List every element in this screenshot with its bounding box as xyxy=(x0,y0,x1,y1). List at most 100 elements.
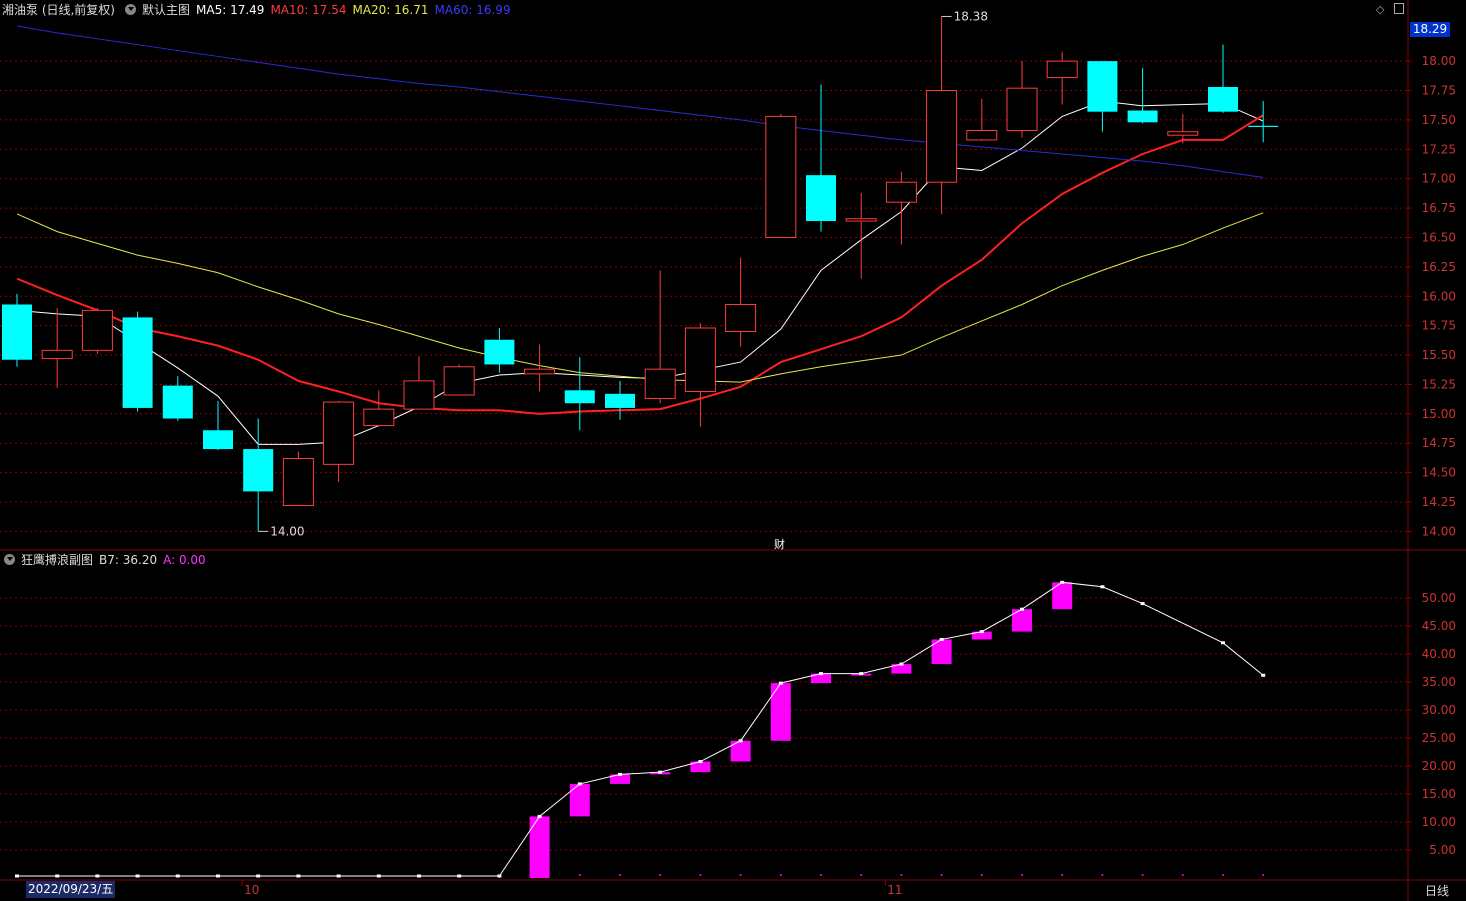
b7-point xyxy=(939,637,944,641)
b7-point xyxy=(55,874,60,878)
baseline-dot xyxy=(779,874,782,876)
y-tick-label: 17.00 xyxy=(1422,172,1456,186)
b7-point xyxy=(135,874,140,878)
y-tick-label: 50.00 xyxy=(1422,591,1456,605)
stock-name[interactable]: 湘油泵 (日线,前复权) xyxy=(2,3,115,17)
candle xyxy=(81,308,113,354)
b7-point xyxy=(1261,673,1266,677)
baseline-dot xyxy=(1141,874,1144,876)
a-value: A: 0.00 xyxy=(163,553,206,567)
price-annotations: 18.38 14.00 xyxy=(258,9,988,538)
y-tick-label: 10.00 xyxy=(1422,815,1456,829)
diamond-icon[interactable]: ◇ xyxy=(1376,3,1384,16)
candle xyxy=(122,311,153,412)
y-tick-label: 18.00 xyxy=(1422,54,1456,68)
candle-body xyxy=(41,349,73,360)
b7-point xyxy=(1020,607,1024,611)
candle-body xyxy=(684,327,716,392)
y-tick-label: 16.50 xyxy=(1422,230,1456,244)
candle-body xyxy=(1208,87,1238,112)
indicator-bar xyxy=(931,639,952,665)
candle xyxy=(443,364,475,396)
indicator-bar xyxy=(569,783,590,817)
candle xyxy=(644,270,676,404)
window-controls: ◇ xyxy=(1376,3,1404,16)
y-tick-label: 5.00 xyxy=(1429,843,1456,857)
b7-point xyxy=(819,672,823,676)
main-chart-header: 湘油泵 (日线,前复权) 默认主图 MA5: 17.49 MA10: 17.54 MA2… xyxy=(0,0,517,20)
b7-point xyxy=(497,874,502,878)
b7-point xyxy=(336,874,341,878)
b7-point xyxy=(457,874,462,878)
candle-body xyxy=(926,90,958,183)
candle-body xyxy=(363,408,395,427)
y-tick-label: 15.50 xyxy=(1422,348,1456,362)
candle-body xyxy=(484,339,515,365)
b7-point xyxy=(778,681,783,685)
candle-body xyxy=(443,366,475,396)
candle xyxy=(926,16,958,214)
panel-toggle-icon[interactable] xyxy=(1393,3,1404,14)
x-tick-label: 10 xyxy=(244,883,259,897)
baseline-dot xyxy=(1101,874,1104,876)
candle xyxy=(1006,61,1038,138)
b7-point xyxy=(296,874,301,878)
y-tick-label: 14.50 xyxy=(1422,466,1456,480)
candle-body xyxy=(524,368,556,375)
sub-indicator-name[interactable]: 狂鹰搏浪副图 xyxy=(21,553,93,567)
candle xyxy=(765,114,797,238)
y-tick-label: 17.50 xyxy=(1422,113,1456,127)
candle xyxy=(1046,51,1078,105)
indicator-bar xyxy=(1052,582,1073,610)
baseline-dot xyxy=(1262,874,1265,876)
candle xyxy=(725,257,757,347)
main-indicator-label[interactable]: 默认主图 xyxy=(142,3,190,17)
candle-body xyxy=(845,218,877,222)
b7-point xyxy=(1221,641,1225,645)
x-axis: 10 11 xyxy=(241,880,903,897)
baseline-dot xyxy=(1061,874,1064,876)
baseline-dot xyxy=(699,874,702,876)
candle xyxy=(1127,68,1158,124)
b7-point xyxy=(175,874,180,878)
b7-point xyxy=(698,760,703,764)
candle-body xyxy=(403,380,435,410)
finance-marker[interactable]: 财 xyxy=(774,536,785,552)
baseline-dot xyxy=(980,874,983,876)
b7-point xyxy=(216,874,220,878)
candle xyxy=(363,390,395,427)
candle-body xyxy=(243,449,274,492)
candle-body xyxy=(282,457,314,507)
ma-lines xyxy=(16,25,1264,445)
baseline-dot xyxy=(860,874,863,876)
b7-line xyxy=(15,580,1266,878)
current-price-tag: 18.29 xyxy=(1410,22,1450,37)
y-tick-label: 16.00 xyxy=(1422,289,1456,303)
sub-chart-header: 狂鹰搏浪副图 B7: 36.20 A: 0.00 xyxy=(0,550,212,570)
period-label[interactable]: 日线 xyxy=(1412,882,1462,900)
y-tick-label: 16.75 xyxy=(1422,201,1456,215)
y-tick-label: 15.00 xyxy=(1422,407,1456,421)
indicator-bar xyxy=(529,816,550,878)
y-tick-label: 30.00 xyxy=(1422,703,1456,717)
candle xyxy=(806,84,836,232)
candle-body xyxy=(1248,125,1279,127)
y-tick-label: 14.25 xyxy=(1422,495,1456,509)
ma60-line xyxy=(16,25,1264,179)
sub-grid xyxy=(0,597,1408,851)
dropdown-icon[interactable] xyxy=(125,4,136,15)
candle xyxy=(564,357,595,431)
annotation-label: 18.38 xyxy=(954,9,988,23)
b7-point xyxy=(1100,585,1105,589)
y-tick-label: 15.25 xyxy=(1422,377,1456,391)
candle-body xyxy=(1006,87,1038,132)
b7-point xyxy=(738,739,743,743)
b7-value: B7: 36.20 xyxy=(99,553,158,567)
y-tick-label: 17.25 xyxy=(1422,142,1456,156)
y-tick-label: 25.00 xyxy=(1422,731,1456,745)
y-tick-label: 14.75 xyxy=(1422,436,1456,450)
dropdown-icon[interactable] xyxy=(4,554,15,565)
ma10-value: MA10: 17.54 xyxy=(270,3,347,17)
candle-body xyxy=(725,303,757,333)
candle xyxy=(403,356,435,410)
